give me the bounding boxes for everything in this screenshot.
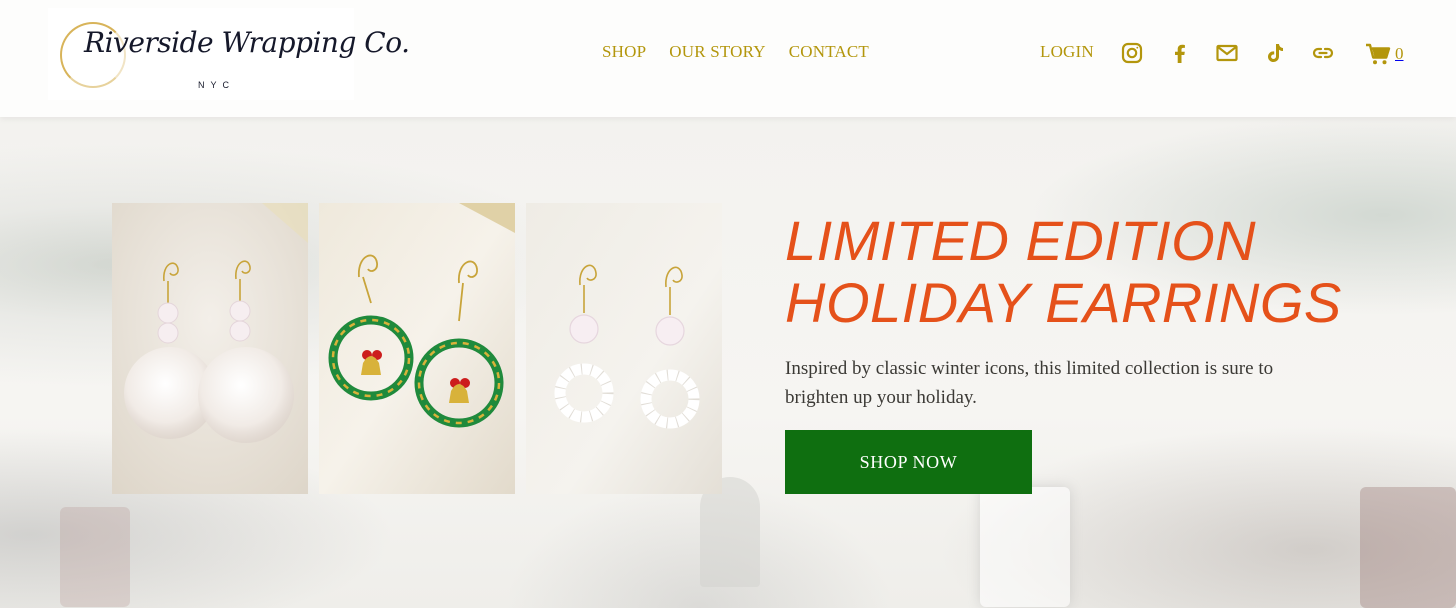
main-nav: SHOP OUR STORY CONTACT: [602, 42, 869, 62]
product-photo-wreath-earrings[interactable]: [319, 203, 515, 494]
instagram-icon[interactable]: [1120, 41, 1144, 65]
nav-our-story[interactable]: OUR STORY: [669, 42, 765, 62]
product-photo-pearl-earrings[interactable]: [526, 203, 722, 494]
hero-subcopy: Inspired by classic winter icons, this l…: [785, 358, 1274, 408]
background-gift-box: [60, 507, 130, 607]
tiktok-icon[interactable]: [1263, 41, 1287, 65]
facebook-icon[interactable]: [1168, 41, 1192, 65]
logo-wordmark: Riverside Wrapping Co.: [84, 26, 410, 59]
product-photo-pompom-earrings[interactable]: [112, 203, 308, 494]
login-link[interactable]: LOGIN: [1040, 42, 1094, 62]
hero-headline-line-2: HOLIDAY EARRINGS: [785, 271, 1342, 334]
nav-contact[interactable]: CONTACT: [789, 42, 869, 62]
nav-shop[interactable]: SHOP: [602, 42, 646, 62]
email-icon[interactable]: [1215, 41, 1239, 65]
brand-logo[interactable]: Riverside Wrapping Co. NYC: [48, 8, 410, 100]
hero-headline: LIMITED EDITION HOLIDAY EARRINGS: [785, 210, 1385, 334]
site-header: Riverside Wrapping Co. NYC SHOP OUR STOR…: [0, 0, 1456, 117]
link-icon[interactable]: [1311, 41, 1335, 65]
cart-icon: [1366, 43, 1391, 65]
shop-now-button[interactable]: SHOP NOW: [785, 430, 1032, 494]
cart-button[interactable]: 0: [1365, 42, 1404, 66]
logo-location: NYC: [198, 80, 236, 90]
hero-headline-line-1: LIMITED EDITION: [785, 209, 1257, 272]
background-gift-box: [1360, 487, 1456, 608]
cart-count: 0: [1395, 44, 1404, 63]
background-gift-box: [980, 487, 1070, 607]
